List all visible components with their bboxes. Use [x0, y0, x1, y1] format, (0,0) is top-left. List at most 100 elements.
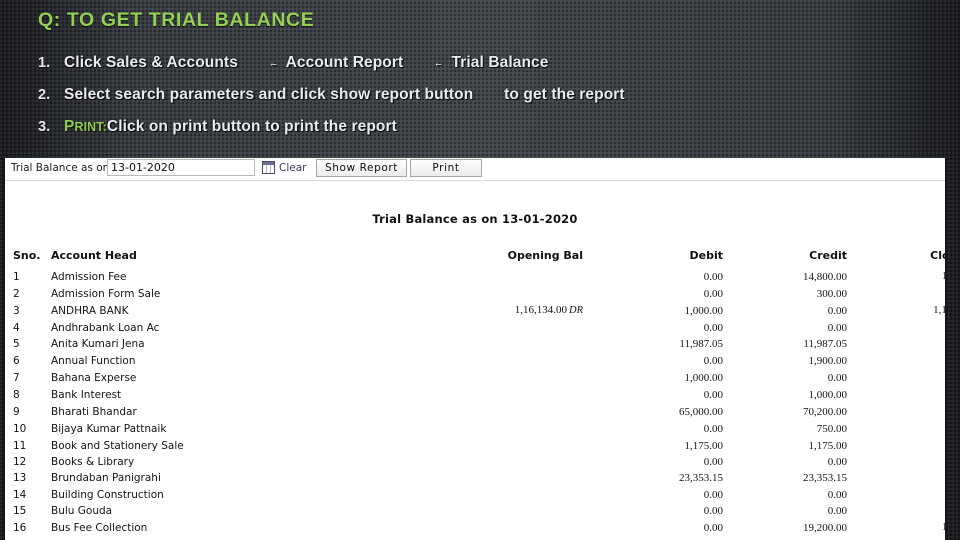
row-debit: 0.00 — [703, 521, 723, 534]
trial-balance-date-input[interactable] — [107, 159, 255, 176]
row-sno: 13 — [13, 472, 27, 485]
row-debit: 0.00 — [703, 388, 723, 401]
row-credit: 0.00 — [827, 456, 847, 469]
row-sno: 16 — [13, 521, 27, 534]
row-sno: 6 — [13, 354, 20, 367]
row-sno: 8 — [13, 388, 20, 401]
row-closing-bal: 5,200.00Cr — [859, 404, 945, 421]
row-opening-bal — [313, 421, 603, 438]
row-account-head: Brundaban Panigrahi — [51, 472, 161, 485]
row-account-head: Admission Form Sale — [51, 287, 161, 300]
row-credit: 14,800.00 — [803, 270, 847, 283]
trial-balance-date-label: Trial Balance as on : — [11, 162, 117, 174]
table-row: 8 Bank Interest 0.00 1,000.00 1,000.00Cr — [5, 386, 945, 403]
row-credit: 0.00 — [827, 321, 847, 334]
table-row: 16 Bus Fee Collection 0.00 19,200.00 19,200.… — [5, 519, 945, 536]
list-item: 1. Click Sales & Accounts ← Account Repo… — [38, 54, 928, 86]
row-debit: 0.00 — [703, 354, 723, 367]
row-closing-bal — [859, 438, 945, 454]
row-opening-bal — [313, 519, 603, 536]
row-closing-bal — [859, 320, 945, 336]
row-credit: 1,900.00 — [808, 354, 848, 367]
application-screenshot: Trial Balance as on : Clear Show Report … — [5, 158, 945, 540]
row-credit: 0.00 — [827, 504, 847, 517]
page-title: Q: TO GET TRIAL BALANCE — [38, 9, 315, 31]
column-header-debit: Debit — [689, 249, 724, 262]
row-credit: 23,353.15 — [803, 472, 847, 485]
row-sno: 7 — [13, 371, 20, 384]
table-row: 9 Bharati Bhandar 65,000.00 70,200.00 5,200.… — [5, 404, 945, 421]
step1-part-trial-balance: Trial Balance — [451, 54, 549, 71]
row-opening-bal: 1,16,134.00CR — [313, 536, 603, 540]
row-closing-bal — [859, 470, 945, 486]
row-debit: 0.00 — [603, 536, 737, 540]
step-text: Select search parameters and click show … — [64, 86, 625, 104]
report-body: Trial Balance as on 13-01-2020 Sno. Acco… — [5, 181, 945, 540]
step-text: PRINT:Click on print button to print the… — [64, 118, 397, 136]
row-account-head: Anita Kumari Jena — [51, 337, 145, 350]
table-row: 6 Annual Function 0.00 1,900.00 1,900.00Cr — [5, 352, 945, 369]
step-number: 1. — [38, 55, 51, 71]
column-header-closing: Closing Bal — [930, 249, 945, 262]
row-account-head: Bahana Experse — [51, 371, 137, 384]
row-opening-bal — [313, 336, 603, 352]
row-closing-bal: 750.00Cr — [859, 421, 945, 438]
row-closing-bal — [859, 336, 945, 352]
row-opening-bal — [313, 454, 603, 470]
row-closing-bal: 19,200.00Cr — [941, 521, 945, 534]
row-sno: 9 — [13, 406, 20, 419]
steps-list: 1. Click Sales & Accounts ← Account Repo… — [38, 54, 928, 150]
row-opening-bal — [313, 503, 603, 519]
table-row: 12 Books & Library 0.00 0.00 — [5, 454, 945, 470]
row-credit: 19,200.00 — [803, 521, 847, 534]
row-sno: 17 — [5, 536, 51, 540]
print-keyword: PRINT: — [64, 118, 107, 135]
table-header: Sno. Account Head Opening Bal Debit Cred… — [5, 249, 945, 268]
balance-type-suffix: DR — [569, 305, 583, 317]
trial-balance-table: Sno. Account Head Opening Bal Debit Cred… — [5, 249, 945, 540]
row-sno: 11 — [13, 440, 27, 453]
calendar-icon[interactable] — [262, 161, 275, 174]
row-debit: 65,000.00 — [679, 406, 723, 419]
step-number: 3. — [38, 119, 51, 135]
slide-background: Q: TO GET TRIAL BALANCE 1. Click Sales &… — [0, 0, 960, 540]
row-account-head: Annual Function — [51, 354, 136, 367]
step3-text: Click on print button to print the repor… — [106, 118, 397, 135]
row-credit: 750.00 — [816, 423, 847, 436]
step-text: Click Sales & Accounts ← Account Report … — [64, 54, 548, 72]
row-debit: 23,353.15 — [679, 472, 723, 485]
row-account-head: Bijaya Kumar Pattnaik — [51, 423, 167, 436]
print-button[interactable]: Print — [410, 159, 482, 177]
row-opening-bal — [313, 487, 603, 503]
row-credit: 300.00 — [816, 287, 847, 300]
row-account-head: Bank Interest — [51, 388, 122, 401]
row-debit: 1,000.00 — [684, 304, 724, 317]
row-sno: 14 — [13, 488, 27, 501]
row-sno: 5 — [13, 337, 20, 350]
step1-part-click: Click Sales & Accounts — [64, 54, 238, 71]
row-credit: 0.00 — [827, 371, 847, 384]
arrow-left-icon: ← — [268, 54, 278, 71]
row-opening-bal — [313, 268, 603, 285]
column-header-sno: Sno. — [13, 249, 41, 262]
row-account-head: Books & Library — [51, 456, 135, 469]
clear-link[interactable]: Clear — [279, 162, 306, 174]
row-opening-bal — [313, 352, 603, 369]
table-row: 7 Bahana Experse 1,000.00 0.00 1,000.00Dr — [5, 369, 945, 386]
show-report-button[interactable]: Show Report — [316, 159, 407, 177]
table-row: 13 Brundaban Panigrahi 23,353.15 23,353.15 — [5, 470, 945, 486]
row-sno: 1 — [13, 270, 20, 283]
row-closing-bal: 1,000.00Cr — [859, 386, 945, 403]
row-sno: 12 — [13, 456, 27, 469]
row-debit: 0.00 — [703, 456, 723, 469]
row-sno: 2 — [13, 287, 20, 300]
row-opening-bal — [313, 470, 603, 486]
column-header-account: Account Head — [51, 249, 137, 262]
table-header-row: Sno. Account Head Opening Bal Debit Cred… — [5, 249, 945, 268]
list-item: 3. PRINT:Click on print button to print … — [38, 118, 928, 150]
row-credit: 0.00 — [737, 536, 859, 540]
row-closing-bal: 1,000.00Dr — [859, 369, 945, 386]
row-sno: 15 — [13, 504, 27, 517]
row-account-head: Building Construction — [51, 488, 164, 501]
row-account-head: Capital Fund — [51, 536, 313, 540]
